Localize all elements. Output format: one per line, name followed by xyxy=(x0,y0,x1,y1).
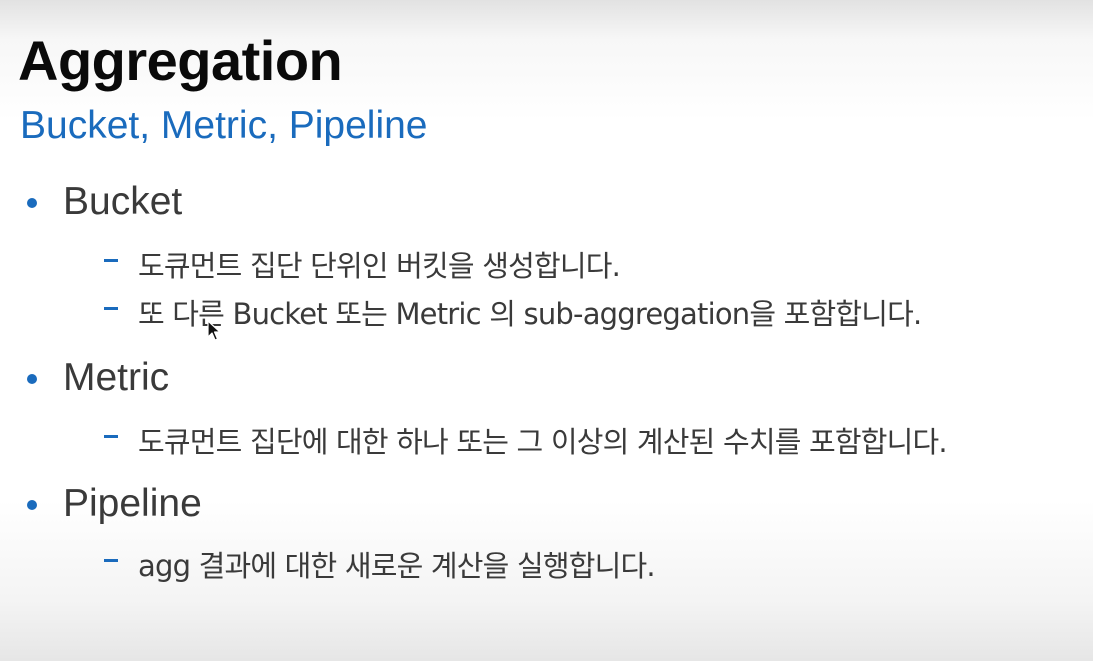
dash-bullet-icon xyxy=(104,435,118,438)
bullet-dot-icon xyxy=(27,198,37,208)
slide-subtitle: Bucket, Metric, Pipeline xyxy=(20,104,428,147)
mouse-pointer-icon xyxy=(207,320,221,341)
sub-item-text: 도큐먼트 집단 단위인 버킷을 생성합니다. xyxy=(138,249,621,283)
dash-bullet-icon xyxy=(104,259,118,262)
dash-bullet-icon xyxy=(104,307,118,310)
bullet-dot-icon xyxy=(27,374,37,384)
slide: Aggregation Bucket, Metric, Pipeline Buc… xyxy=(0,0,1093,661)
sub-item-text: 도큐먼트 집단에 대한 하나 또는 그 이상의 계산된 수치를 포함합니다. xyxy=(138,425,948,459)
bullet-label: Pipeline xyxy=(63,482,202,525)
slide-title: Aggregation xyxy=(18,29,343,92)
bullet-dot-icon xyxy=(27,500,37,510)
dash-bullet-icon xyxy=(104,559,118,562)
sub-item-text: agg 결과에 대한 새로운 계산을 실행합니다. xyxy=(138,549,656,583)
sub-item-text: 또 다른 Bucket 또는 Metric 의 sub-aggregation을… xyxy=(138,297,922,331)
bullet-label: Bucket xyxy=(63,180,183,223)
bullet-label: Metric xyxy=(63,356,170,399)
